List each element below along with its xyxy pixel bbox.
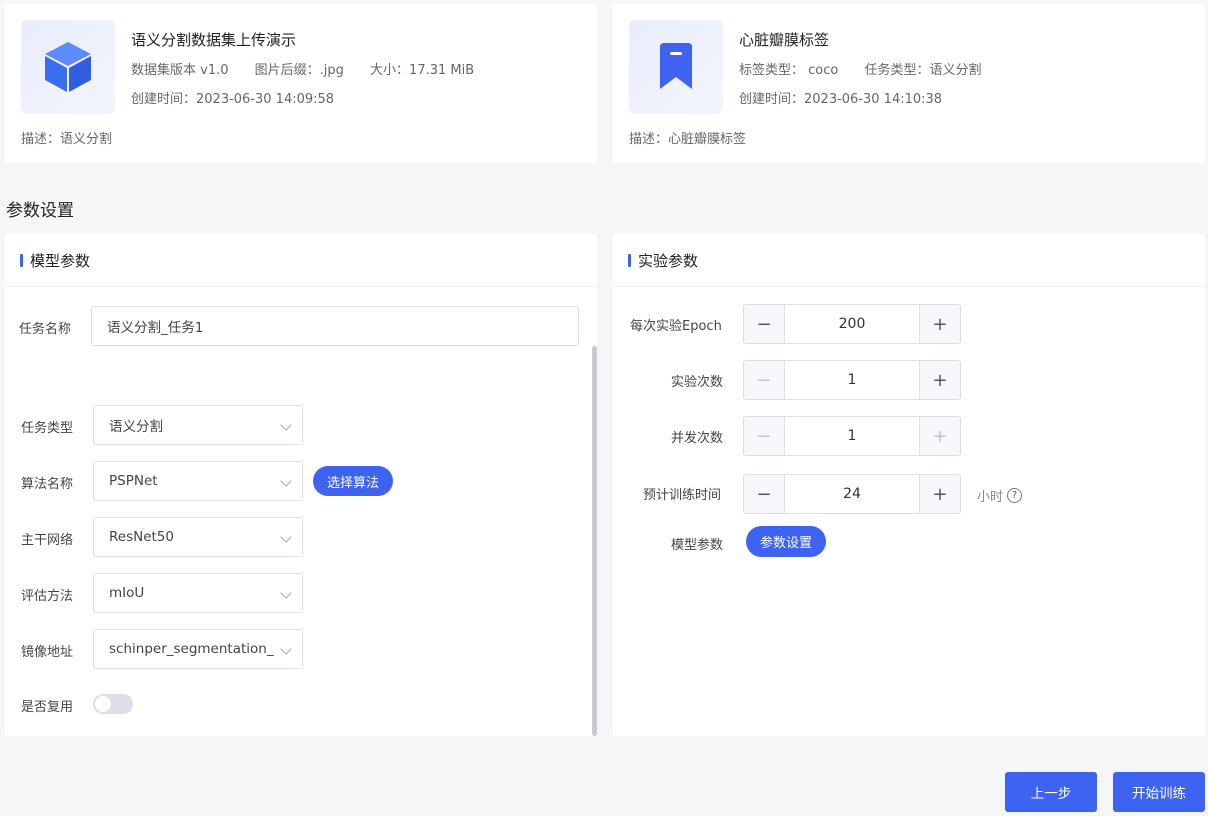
model-param-label: 模型参数 xyxy=(671,538,724,553)
image-select[interactable]: schinper_segmentation_ xyxy=(93,629,303,669)
dataset-card: 语义分割数据集上传演示 数据集版本 v1.0 图片后缀：.jpg 大小：17.3… xyxy=(5,4,597,163)
label-created: 创建时间：2023-06-30 14:10:38 xyxy=(739,92,943,107)
prev-step-button[interactable]: 上一步 xyxy=(1005,772,1097,812)
chevron-down-icon xyxy=(280,419,292,431)
epoch-stepper: − 200 + xyxy=(743,304,961,344)
accent-bar xyxy=(628,254,631,267)
minus-icon[interactable]: − xyxy=(744,417,785,455)
bookmark-icon xyxy=(660,43,692,89)
runs-stepper: − 1 + xyxy=(743,360,961,400)
plus-icon[interactable]: + xyxy=(919,475,960,513)
label-task-type: 任务类型：语义分割 xyxy=(864,63,982,78)
chevron-down-icon xyxy=(280,475,292,487)
exp-params-header: 实验参数 xyxy=(613,234,1205,287)
epoch-label: 每次实验Epoch xyxy=(630,319,722,334)
time-label: 预计训练时间 xyxy=(643,488,722,503)
label-desc: 描述：心脏瓣膜标签 xyxy=(629,132,747,147)
minus-icon[interactable]: − xyxy=(744,305,785,343)
minus-icon[interactable]: − xyxy=(744,475,785,513)
help-icon[interactable]: ? xyxy=(1007,488,1023,503)
reuse-toggle[interactable] xyxy=(93,694,133,714)
cube-icon xyxy=(45,42,91,92)
toggle-knob xyxy=(95,696,111,712)
dataset-meta: 数据集版本 v1.0 图片后缀：.jpg 大小：17.31 MiB xyxy=(131,59,496,78)
concurrency-stepper: − 1 + xyxy=(743,416,961,456)
eval-select[interactable]: mIoU xyxy=(93,573,303,613)
label-meta: 标签类型： coco 任务类型：语义分割 xyxy=(739,59,1004,78)
minus-icon[interactable]: − xyxy=(744,361,785,399)
dataset-suffix: 图片后缀：.jpg xyxy=(254,63,344,78)
time-value[interactable]: 24 xyxy=(785,475,919,513)
time-unit: 小时 ? xyxy=(977,486,1023,505)
section-title: 参数设置 xyxy=(6,201,74,221)
concurrency-label: 并发次数 xyxy=(671,431,724,446)
exp-params-title: 实验参数 xyxy=(638,252,699,270)
image-label: 镜像地址 xyxy=(21,645,74,660)
label-title: 心脏瓣膜标签 xyxy=(739,31,830,49)
model-params-panel: 模型参数 任务名称 语义分割_任务1 任务类型 语义分割 算法名称 PSPNet… xyxy=(5,234,597,736)
dataset-title: 语义分割数据集上传演示 xyxy=(131,31,297,49)
chevron-down-icon xyxy=(280,531,292,543)
chevron-down-icon xyxy=(280,643,292,655)
dataset-created: 创建时间：2023-06-30 14:09:58 xyxy=(131,92,335,107)
backbone-value: ResNet50 xyxy=(109,529,174,545)
time-unit-text: 小时 xyxy=(977,490,1004,505)
model-params-title: 模型参数 xyxy=(30,252,91,270)
reuse-label: 是否复用 xyxy=(21,700,74,715)
image-value: schinper_segmentation_ xyxy=(109,641,274,657)
plus-icon[interactable]: + xyxy=(919,361,960,399)
scrollbar[interactable] xyxy=(592,346,597,736)
concurrency-value[interactable]: 1 xyxy=(785,417,919,455)
algo-select[interactable]: PSPNet xyxy=(93,461,303,501)
model-params-header: 模型参数 xyxy=(5,234,597,287)
select-algo-button[interactable]: 选择算法 xyxy=(313,466,393,496)
task-type-label: 任务类型 xyxy=(21,421,74,436)
algo-value: PSPNet xyxy=(109,473,158,489)
time-stepper: − 24 + xyxy=(743,474,961,514)
start-training-button[interactable]: 开始训练 xyxy=(1113,772,1205,812)
eval-label: 评估方法 xyxy=(21,589,74,604)
label-card: 心脏瓣膜标签 标签类型： coco 任务类型：语义分割 创建时间：2023-06… xyxy=(613,4,1205,163)
task-type-select[interactable]: 语义分割 xyxy=(93,405,303,445)
dataset-thumbnail xyxy=(21,20,115,114)
backbone-label: 主干网络 xyxy=(21,533,74,548)
runs-label: 实验次数 xyxy=(671,375,724,390)
dataset-size: 大小：17.31 MiB xyxy=(370,63,475,78)
task-name-value: 语义分割_任务1 xyxy=(107,320,204,336)
backbone-select[interactable]: ResNet50 xyxy=(93,517,303,557)
label-thumbnail xyxy=(629,20,723,114)
plus-icon[interactable]: + xyxy=(919,305,960,343)
epoch-value[interactable]: 200 xyxy=(785,305,919,343)
runs-value[interactable]: 1 xyxy=(785,361,919,399)
dataset-desc: 描述：语义分割 xyxy=(21,132,113,147)
algo-label: 算法名称 xyxy=(21,477,74,492)
label-type: 标签类型： coco xyxy=(739,63,839,78)
task-name-input[interactable]: 语义分割_任务1 xyxy=(91,306,579,346)
task-name-label: 任务名称 xyxy=(19,322,72,337)
plus-icon[interactable]: + xyxy=(919,417,960,455)
dataset-version: 数据集版本 v1.0 xyxy=(131,63,229,78)
exp-params-panel: 实验参数 每次实验Epoch − 200 + 实验次数 − 1 + 并发次数 −… xyxy=(613,234,1205,736)
param-settings-button[interactable]: 参数设置 xyxy=(746,526,826,557)
chevron-down-icon xyxy=(280,587,292,599)
task-type-value: 语义分割 xyxy=(109,419,163,435)
accent-bar xyxy=(20,254,23,267)
eval-value: mIoU xyxy=(109,585,145,601)
